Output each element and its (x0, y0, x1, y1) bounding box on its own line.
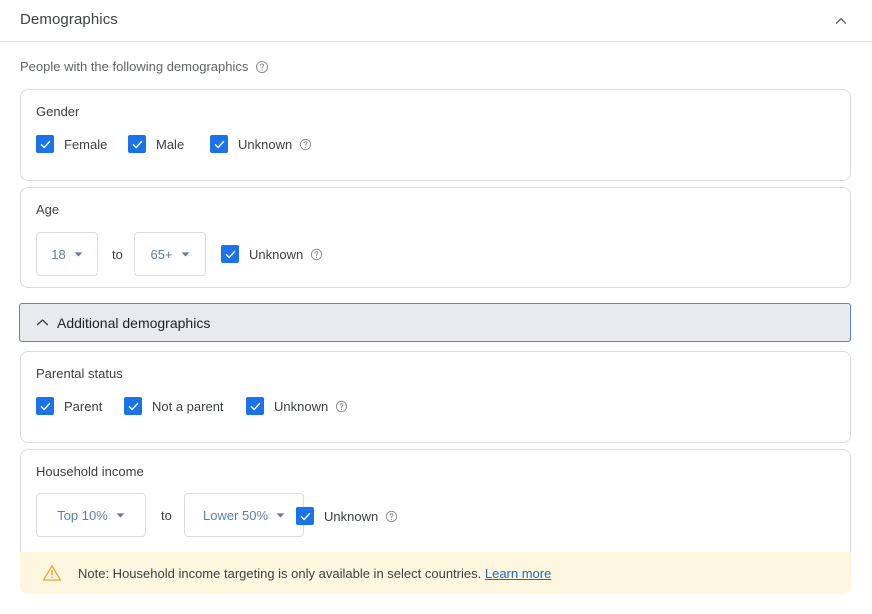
parental-status-card: Parental status Parent Not a parent Unkn… (20, 351, 851, 443)
parental-option-label: Unknown (274, 398, 329, 414)
chevron-down-icon (74, 250, 83, 259)
age-card: Age 18 to 65+ Unknown (20, 187, 851, 288)
income-unknown-label: Unknown (324, 508, 379, 524)
note-text: Note: Household income targeting is only… (78, 566, 551, 581)
age-checkbox-unknown[interactable]: Unknown (221, 245, 323, 263)
income-from-dropdown[interactable]: Top 10% (36, 493, 146, 537)
parental-checkbox-unknown[interactable]: Unknown (246, 397, 348, 415)
gender-card: Gender Female Male Unknown (20, 89, 851, 181)
checkbox-checked-icon (124, 397, 142, 415)
gender-option-label: Male (156, 136, 185, 152)
income-from-value: Top 10% (57, 507, 108, 523)
subtitle-label: People with the following demographics (20, 59, 249, 74)
checkbox-checked-icon (36, 135, 54, 153)
additional-demographics-label: Additional demographics (57, 314, 211, 331)
gender-checkbox-unknown[interactable]: Unknown (210, 135, 312, 153)
warning-triangle-icon (42, 563, 62, 583)
income-to-value: Lower 50% (202, 507, 269, 523)
chevron-up-icon (835, 18, 847, 24)
parental-checkbox-parent[interactable]: Parent (36, 397, 124, 415)
checkbox-checked-icon (296, 507, 314, 525)
checkbox-checked-icon (210, 135, 228, 153)
age-from-value: 18 (51, 246, 66, 262)
parental-status-options: Parent Not a parent Unknown (36, 397, 348, 415)
age-to-dropdown[interactable]: 65+ (134, 232, 206, 276)
gender-option-label: Female (64, 136, 108, 152)
chevron-down-icon (116, 511, 125, 520)
income-to-dropdown[interactable]: Lower 50% (184, 493, 304, 537)
checkbox-checked-icon (246, 397, 264, 415)
age-unknown-label: Unknown (249, 246, 304, 262)
help-circle-icon[interactable] (255, 60, 269, 74)
chevron-down-icon (276, 511, 285, 520)
gender-checkbox-female[interactable]: Female (36, 135, 128, 153)
chevron-down-icon (181, 250, 190, 259)
income-range-separator: to (161, 508, 172, 523)
panel-header: Demographics (0, 0, 872, 42)
panel-collapse-button[interactable] (828, 8, 854, 34)
gender-label: Gender (36, 104, 80, 119)
note-message: Note: Household income targeting is only… (78, 565, 482, 581)
age-range-separator: to (112, 247, 123, 262)
income-checkbox-unknown[interactable]: Unknown (296, 507, 398, 525)
help-circle-icon[interactable] (335, 400, 348, 413)
subtitle-row: People with the following demographics (20, 59, 269, 74)
demographics-panel: Demographics People with the following d… (0, 0, 872, 614)
parental-option-label: Parent (64, 398, 103, 414)
gender-checkbox-male[interactable]: Male (128, 135, 210, 153)
age-to-value: 65+ (150, 246, 173, 262)
checkbox-checked-icon (128, 135, 146, 153)
chevron-up-icon (36, 319, 49, 326)
checkbox-checked-icon (36, 397, 54, 415)
help-circle-icon[interactable] (299, 138, 312, 151)
parental-checkbox-not-a-parent[interactable]: Not a parent (124, 397, 246, 415)
additional-demographics-toggle[interactable]: Additional demographics (19, 303, 851, 342)
parental-option-label: Not a parent (152, 398, 224, 414)
parental-status-label: Parental status (36, 366, 123, 381)
learn-more-link[interactable]: Learn more (485, 566, 551, 581)
page-title: Demographics (20, 11, 118, 28)
help-circle-icon[interactable] (310, 248, 323, 261)
checkbox-checked-icon (221, 245, 239, 263)
age-from-dropdown[interactable]: 18 (36, 232, 98, 276)
help-circle-icon[interactable] (385, 510, 398, 523)
household-income-note: Note: Household income targeting is only… (20, 552, 851, 594)
age-label: Age (36, 202, 60, 217)
gender-options: Female Male Unknown (36, 135, 312, 153)
gender-option-label: Unknown (238, 136, 293, 152)
household-income-label: Household income (36, 464, 144, 479)
